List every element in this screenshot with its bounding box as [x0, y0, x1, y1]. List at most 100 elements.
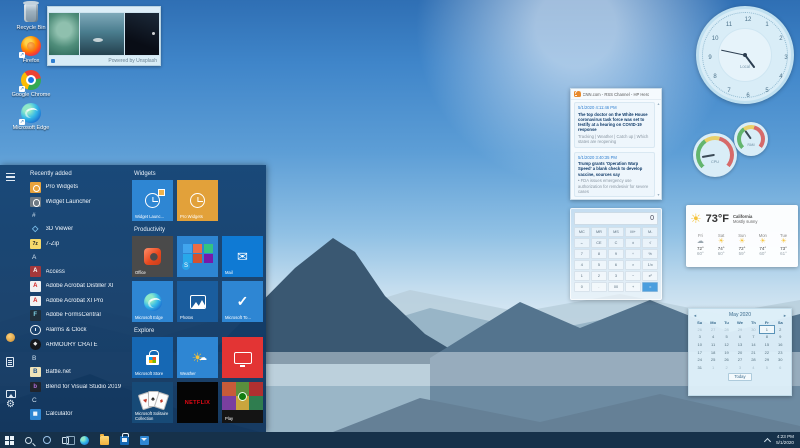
calc-button-÷[interactable]: ÷ — [625, 249, 641, 259]
calc-button-.[interactable]: . — [591, 282, 607, 292]
rss-item[interactable]: 5/1/2020 3:40:35 PM Trump grants 'Operati… — [574, 151, 655, 197]
file-explorer-icon[interactable] — [100, 433, 109, 445]
app-list-item-pro-widgets[interactable]: Pro Widgets — [28, 180, 128, 195]
app-list-item-alarms[interactable]: Alarms & Clock — [28, 323, 128, 338]
desktop-icon-edge[interactable]: ↗ Microsoft Edge — [2, 102, 60, 131]
calendar-cell[interactable]: 11 — [706, 341, 719, 348]
tile-play[interactable]: Play — [222, 382, 263, 423]
calendar-cell[interactable]: 21 — [747, 349, 760, 356]
tile-mail[interactable]: ✉ Mail — [222, 236, 263, 277]
weather-widget[interactable]: ☀ 73°F California Mostly sunny Fri ☁ 72° 60… — [686, 205, 798, 267]
calc-button-7[interactable]: 7 — [574, 249, 590, 259]
slideshow-photo-1[interactable] — [49, 13, 79, 55]
calc-button-3[interactable]: 3 — [608, 271, 624, 281]
calendar-cell[interactable]: 26 — [693, 326, 706, 333]
calc-button-%[interactable]: % — [642, 249, 658, 259]
calc-button-−[interactable]: − — [625, 271, 641, 281]
calc-button-0[interactable]: 0 — [574, 282, 590, 292]
tile-widget-launcher[interactable]: Widget Launc... — [132, 180, 173, 221]
calendar-cell[interactable]: 18 — [706, 349, 719, 356]
calendar-cell[interactable]: 10 — [693, 341, 706, 348]
search-icon[interactable] — [25, 436, 32, 444]
tile-photos[interactable]: Photos — [177, 281, 218, 322]
settings-gear-icon[interactable]: ⚙ — [6, 400, 18, 412]
slideshow-photo-3[interactable] — [124, 13, 159, 55]
calendar-cell[interactable]: 5 — [760, 364, 773, 371]
cpu-gauge-widget[interactable]: CPU — [693, 133, 737, 177]
documents-icon[interactable] — [6, 357, 14, 367]
mail-icon[interactable] — [140, 435, 149, 445]
app-list-item-formscentral[interactable]: F Adobe FormsCentral — [28, 308, 128, 323]
calendar-cell[interactable]: 30 — [747, 326, 760, 333]
calendar-cell[interactable]: 6 — [774, 364, 787, 371]
tile-solitaire[interactable]: ♥ ♠ ♦ Microsoft Solitaire Collection — [132, 382, 173, 423]
calendar-prev-icon[interactable]: ◄ — [693, 313, 697, 318]
tile-todo[interactable]: ✓ Microsoft To... — [222, 281, 263, 322]
calc-button-MS[interactable]: MS — [608, 227, 624, 237]
calendar-next-icon[interactable]: ► — [783, 313, 787, 318]
calendar-cell[interactable]: 16 — [774, 341, 787, 348]
hidden-icons-chevron[interactable] — [764, 437, 772, 445]
calc-button-M+[interactable]: M+ — [625, 227, 641, 237]
tile-office-folder[interactable]: S — [177, 236, 218, 277]
desktop-icon-chrome[interactable]: ↗ Google Chrome — [2, 69, 60, 98]
calendar-cell[interactable]: 27 — [733, 356, 746, 363]
calendar-cell[interactable]: 27 — [706, 326, 719, 333]
calc-button-4[interactable]: 4 — [574, 260, 590, 270]
app-section-letter[interactable]: C — [28, 394, 128, 407]
tile-netflix[interactable]: NETFLIX — [177, 382, 218, 423]
calendar-cell[interactable]: 9 — [774, 334, 787, 341]
calendar-cell[interactable]: 4 — [706, 334, 719, 341]
calc-button-M-[interactable]: M- — [642, 227, 658, 237]
calc-button-x²[interactable]: x² — [642, 271, 658, 281]
calendar-cell[interactable]: 1 — [706, 364, 719, 371]
rss-item-headline[interactable]: Trump grants 'Operation Warp Speed' a bl… — [578, 161, 651, 177]
calendar-cell[interactable]: 13 — [733, 341, 746, 348]
calendar-cell[interactable]: 7 — [747, 334, 760, 341]
calendar-cell[interactable]: 3 — [733, 364, 746, 371]
calendar-cell[interactable]: 25 — [706, 356, 719, 363]
user-account-icon[interactable] — [6, 333, 15, 342]
calendar-cell[interactable]: 29 — [760, 356, 773, 363]
calendar-cell[interactable]: 28 — [747, 356, 760, 363]
calc-button-←[interactable]: ← — [574, 238, 590, 248]
calendar-cell[interactable]: 4 — [747, 364, 760, 371]
calc-button-1/x[interactable]: 1/x — [642, 260, 658, 270]
app-section-letter[interactable]: B — [28, 352, 128, 365]
calendar-cell[interactable]: 8 — [760, 334, 773, 341]
slideshow-widget[interactable]: Powered by Unsplash — [47, 6, 161, 66]
calendar-today-button[interactable]: Today — [728, 372, 752, 381]
calendar-cell[interactable]: 24 — [693, 356, 706, 363]
tile-weather[interactable]: ☀ ☁ Weather — [177, 337, 218, 378]
tile-store[interactable]: Microsoft Store — [132, 337, 173, 378]
pictures-icon[interactable] — [6, 390, 16, 398]
calc-button-5[interactable]: 5 — [591, 260, 607, 270]
calendar-cell[interactable]: 1 — [759, 325, 775, 334]
calendar-cell[interactable]: 5 — [720, 334, 733, 341]
calendar-widget[interactable]: ◄ May 2020 ► Su Mo Tu We Th Fr Sa 26 27 28 29 30 1 2 3… — [688, 308, 792, 396]
calc-button-MC[interactable]: MC — [574, 227, 590, 237]
calculator-widget[interactable]: 0 MC MR MS M+ M- ← CE C ± √ 7 8 9 ÷% 4 5 6 × 1/x 1 2 3− x² 0. 00… — [570, 208, 662, 300]
calc-button-=[interactable]: = — [642, 282, 658, 292]
rss-item-headline[interactable]: The top doctor on the White House corona… — [578, 112, 651, 133]
calc-button-C[interactable]: C — [608, 238, 624, 248]
calendar-cell[interactable]: 2 — [720, 364, 733, 371]
calc-button-1[interactable]: 1 — [574, 271, 590, 281]
store-icon[interactable] — [120, 433, 129, 445]
calc-button-9[interactable]: 9 — [608, 249, 624, 259]
app-list-item-blend[interactable]: b Blend for Visual Studio 2019 — [28, 380, 128, 395]
calc-button-6[interactable]: 6 — [608, 260, 624, 270]
calendar-cell[interactable]: 2 — [774, 326, 787, 333]
tile-edge[interactable]: Microsoft Edge — [132, 281, 173, 322]
app-list-item-calculator[interactable]: ▦ Calculator — [28, 407, 128, 422]
calendar-cell[interactable]: 20 — [733, 349, 746, 356]
calendar-cell[interactable]: 6 — [733, 334, 746, 341]
slideshow-photo-2[interactable] — [79, 13, 124, 55]
app-list-item-widget-launcher[interactable]: Widget Launcher — [28, 195, 128, 210]
calendar-cell[interactable]: 3 — [693, 334, 706, 341]
tile-pro-widgets[interactable]: Pro Widgets — [177, 180, 218, 221]
calc-button-±[interactable]: ± — [625, 238, 641, 248]
rss-item[interactable]: 5/1/2020 4:11:46 PM The top doctor on the… — [574, 102, 655, 148]
app-list-item-battlenet[interactable]: B Battle.net — [28, 365, 128, 380]
calc-button-MR[interactable]: MR — [591, 227, 607, 237]
